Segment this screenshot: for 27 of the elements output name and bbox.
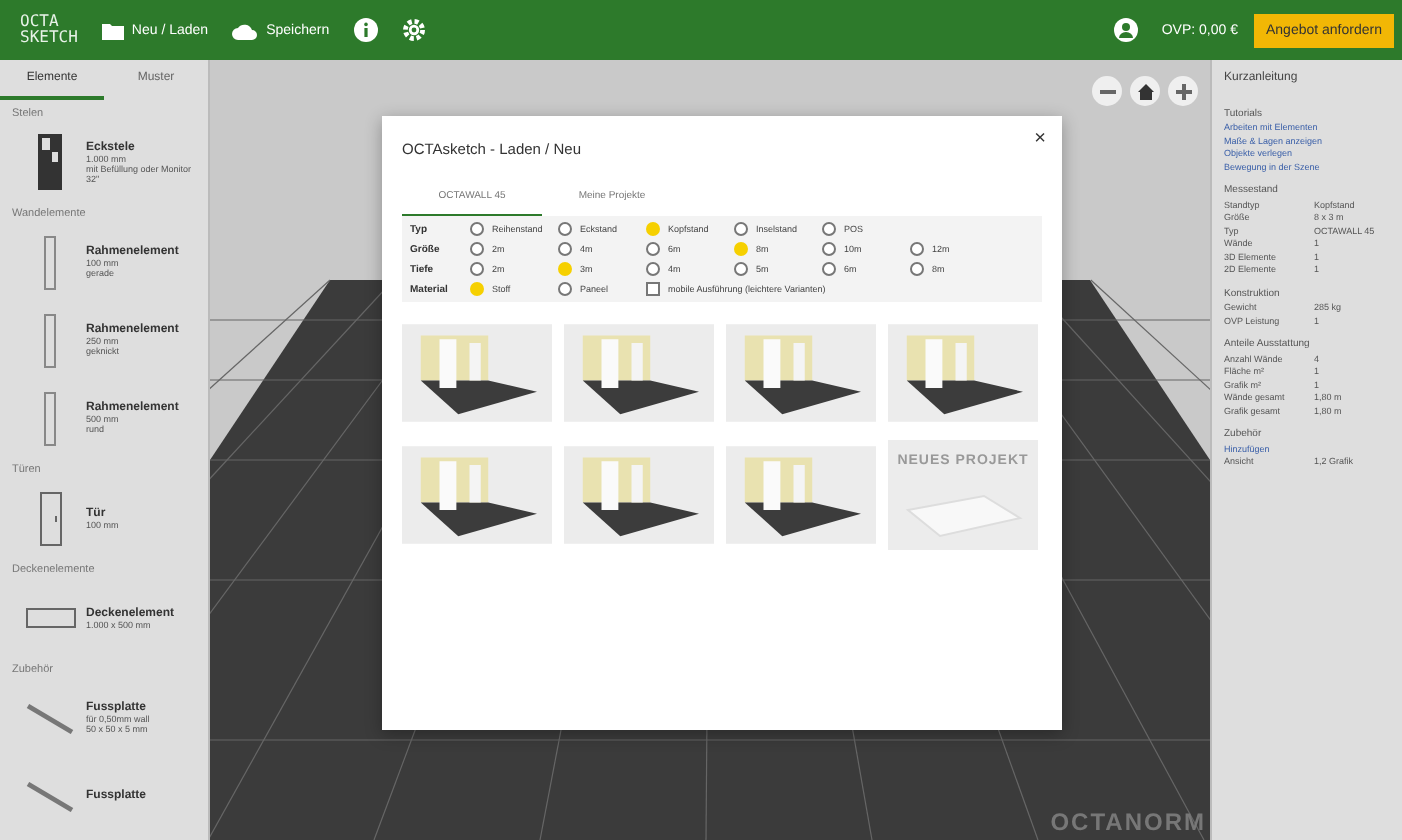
frame-icon	[44, 391, 56, 445]
booth-preview-drawing[interactable]	[402, 318, 552, 428]
plate-icon	[26, 781, 74, 811]
frame-icon	[44, 235, 56, 289]
booth-preview-drawing[interactable]	[726, 440, 876, 550]
home-icon	[1137, 83, 1153, 99]
cloud-icon	[232, 21, 259, 39]
plus-icon	[1175, 83, 1191, 99]
ceiling-icon	[25, 608, 75, 628]
plate-icon	[26, 703, 74, 733]
booth-preview-drawing[interactable]	[888, 318, 1038, 428]
info-icon[interactable]	[353, 18, 378, 42]
user-icon[interactable]	[1113, 18, 1138, 42]
door-icon	[39, 491, 61, 545]
brand-logo: OCTANORM	[1050, 808, 1206, 836]
close-button[interactable]: ×	[1034, 128, 1046, 150]
booth-preview-drawing[interactable]	[564, 318, 714, 428]
empty-floor-icon	[903, 493, 1023, 537]
stele-icon	[38, 134, 62, 190]
booth-preview-drawing[interactable]	[402, 440, 552, 550]
minus-icon	[1099, 89, 1115, 93]
frame-icon	[44, 313, 56, 367]
settings-icon[interactable]	[401, 18, 426, 42]
booth-preview-drawing[interactable]	[564, 440, 714, 550]
logo[interactable]: OCTA SKETCH	[20, 14, 78, 46]
booth-preview-drawing[interactable]	[726, 318, 876, 428]
folder-icon	[101, 21, 124, 39]
